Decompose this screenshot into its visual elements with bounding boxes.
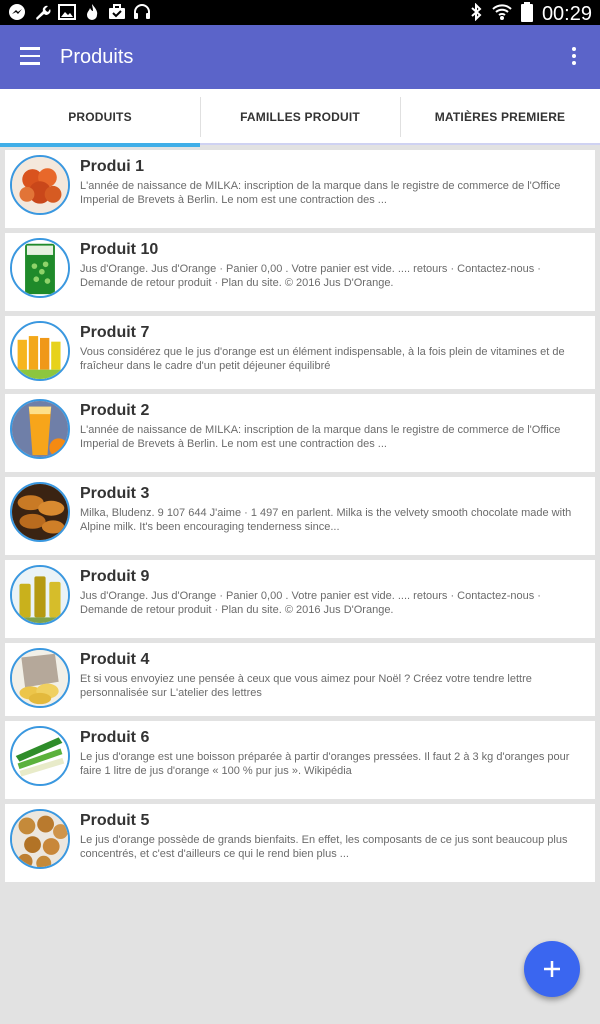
tab-bar: PRODUITS FAMILLES PRODUIT MATIÈRES PREMI… (0, 89, 600, 147)
product-name: Produit 9 (80, 568, 150, 585)
clock: 00:29 (541, 3, 592, 25)
product-name: Produit 3 (80, 485, 150, 502)
product-description: Milka, Bludenz. 9 107 644 J'aime · 1 497… (80, 507, 572, 533)
product-list: Produi 1 L'année de naissance de MILKA: … (5, 150, 595, 887)
shrimp-image (10, 155, 70, 215)
more-options-icon[interactable] (570, 47, 582, 67)
tab-produits[interactable]: PRODUITS (0, 89, 200, 147)
product-card-6[interactable]: Produit 6 Le jus d'orange est une boisso… (5, 721, 595, 799)
product-card-3[interactable]: Produit 3 Milka, Bludenz. 9 107 644 J'ai… (5, 477, 595, 555)
product-card-9[interactable]: Produit 9 Jus d'Orange. Jus d'Orange · P… (5, 560, 595, 638)
croissants-image (10, 482, 70, 542)
leeks-image (10, 726, 70, 786)
status-bar: 00:29 (0, 0, 600, 25)
product-description: Vous considérez que le jus d'orange est … (80, 346, 565, 372)
headset-icon (133, 3, 151, 21)
notification-icons (8, 3, 151, 21)
product-card-7[interactable]: Produit 7 Vous considérez que le jus d'o… (5, 316, 595, 389)
product-description: Le jus d'orange est une boisson préparée… (80, 751, 570, 777)
image-icon (58, 3, 76, 21)
product-name: Produi 1 (80, 158, 145, 175)
page-title: Produits (60, 46, 134, 68)
muffins-image (10, 809, 70, 869)
plus-icon (544, 961, 560, 977)
chips-image (10, 648, 70, 708)
tab-familles-produit[interactable]: FAMILLES PRODUIT (200, 89, 400, 145)
product-description: Jus d'Orange. Jus d'Orange · Panier 0,00… (80, 590, 541, 616)
product-card-5[interactable]: Produit 5 Le jus d'orange possède de gra… (5, 804, 595, 882)
flame-icon (83, 3, 101, 21)
product-card-10[interactable]: Produit 10 Jus d'Orange. Jus d'Orange · … (5, 233, 595, 311)
product-description: L'année de naissance de MILKA: inscripti… (80, 180, 561, 206)
product-name: Produit 5 (80, 812, 150, 829)
juice-bottles-image (10, 321, 70, 381)
wrench-icon (33, 3, 51, 21)
product-card-1[interactable]: Produi 1 L'année de naissance de MILKA: … (5, 150, 595, 228)
orange-juice-glass-image (10, 399, 70, 459)
product-card-4[interactable]: Produit 4 Et si vous envoyiez une pensée… (5, 643, 595, 716)
system-icons: 00:29 (469, 2, 592, 27)
menu-icon[interactable] (20, 47, 44, 67)
battery-icon (520, 2, 533, 27)
product-name: Produit 10 (80, 241, 159, 258)
peas-bag-image (10, 238, 70, 298)
add-product-button[interactable] (524, 941, 580, 997)
product-description: Le jus d'orange possède de grands bienfa… (80, 834, 568, 860)
product-name: Produit 2 (80, 402, 150, 419)
bluetooth-icon (469, 2, 483, 26)
product-description: L'année de naissance de MILKA: inscripti… (80, 424, 561, 450)
briefcase-icon (108, 3, 126, 21)
product-name: Produit 4 (80, 651, 150, 668)
app-bar: Produits (0, 25, 600, 89)
product-card-2[interactable]: Produit 2 L'année de naissance de MILKA:… (5, 394, 595, 472)
oil-bottles-image (10, 565, 70, 625)
product-name: Produit 6 (80, 729, 150, 746)
tab-matieres-premiere[interactable]: MATIÈRES PREMIERE (400, 89, 600, 145)
wifi-icon (492, 3, 512, 26)
product-name: Produit 7 (80, 324, 150, 341)
messenger-icon (8, 3, 26, 21)
product-description: Et si vous envoyiez une pensée à ceux qu… (80, 673, 532, 699)
product-description: Jus d'Orange. Jus d'Orange · Panier 0,00… (80, 263, 541, 289)
